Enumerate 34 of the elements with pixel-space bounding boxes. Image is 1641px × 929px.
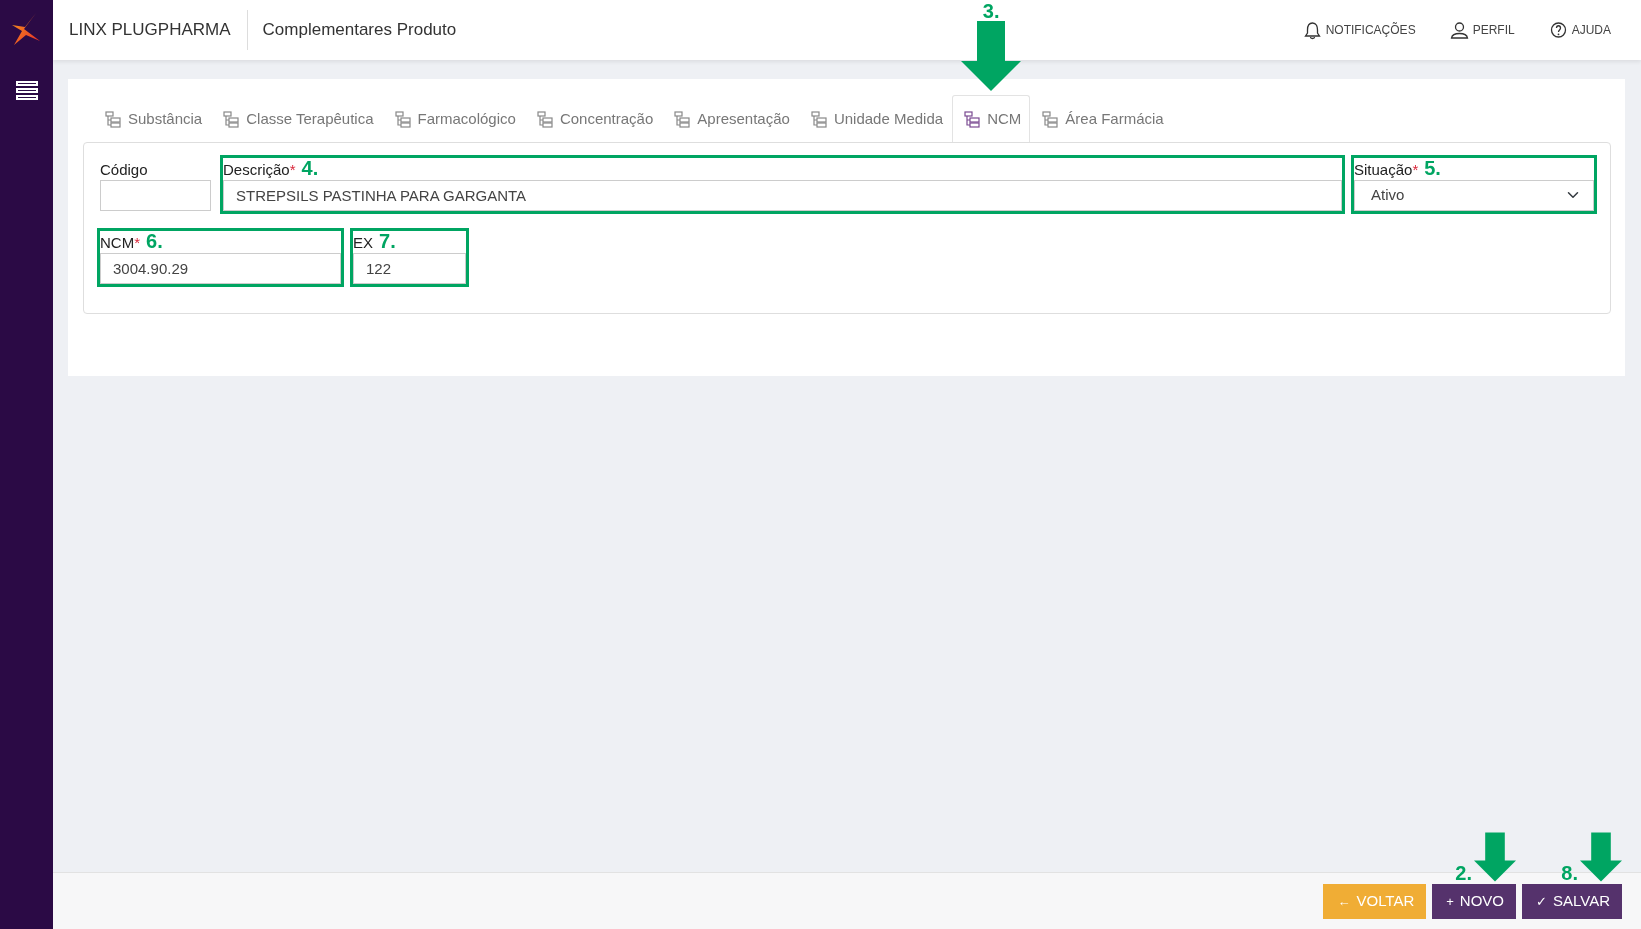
callout-number: 4. [301,157,319,178]
tab[interactable]: Classe Terapêutica [211,95,383,142]
input-field[interactable]: STREPSILS PASTINHA PARA GARGANTA [223,179,1342,211]
input-field[interactable]: 3004.90.29 [100,252,341,284]
tab[interactable]: Concentração [524,95,663,142]
tab[interactable]: Unidade Medida [798,95,953,142]
new-button[interactable]: + NOVO [1432,883,1517,919]
header-link[interactable]: AJUDA [1548,20,1611,40]
header-link[interactable]: NOTIFICAÇÕES [1302,20,1416,40]
tab[interactable]: Substância [93,95,212,142]
callout-number: 6. [146,230,163,251]
callout-number: 5. [1424,157,1441,178]
callout-number: 7. [379,230,396,251]
save-button[interactable]: ✓ SALVAR [1522,883,1622,919]
required-mark: * [134,232,140,253]
field-label: EX [353,232,373,253]
callout-number: 8. [1561,862,1578,883]
field-label: NCM [100,232,135,253]
required-mark: * [289,159,296,180]
field-label: Descrição [223,159,290,180]
select-field[interactable]: Ativo [1354,179,1594,211]
field-label: Situação [1354,159,1413,180]
callout-number: 3. [982,1,1000,21]
tab[interactable]: Farmacológico [382,95,525,142]
field-label: Código [100,159,148,180]
input-field[interactable]: 122 [353,252,466,284]
tab[interactable]: Apresentação [662,95,799,142]
tab[interactable]: Área Farmácia [1030,95,1173,142]
app-brand: LINX PLUGPHARMA [68,19,232,42]
header-link[interactable]: PERFIL [1449,20,1515,40]
required-mark: * [1412,159,1419,180]
page-title: Complementares Produto [261,19,457,42]
tab[interactable]: NCM [952,95,1031,142]
callout-number: 2. [1455,862,1473,883]
